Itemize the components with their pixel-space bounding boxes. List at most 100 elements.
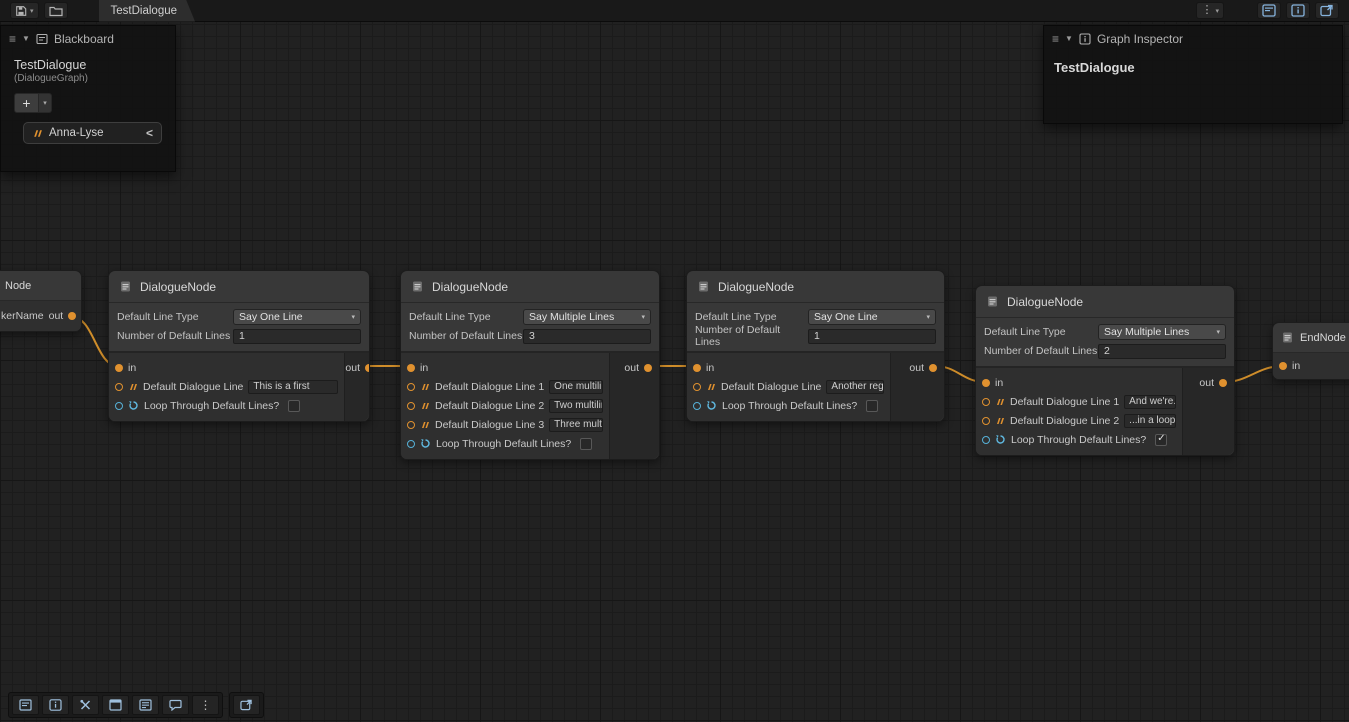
loop-checkbox[interactable] <box>866 400 878 412</box>
loop-checkbox[interactable] <box>288 400 300 412</box>
port-label: Default Dialogue Line 1 <box>1010 396 1119 408</box>
in-port[interactable] <box>693 364 701 372</box>
foldout-icon[interactable]: ▼ <box>22 34 30 43</box>
out-port[interactable] <box>644 364 652 372</box>
loop-port[interactable] <box>407 440 415 448</box>
graph-tab[interactable]: TestDialogue <box>99 0 195 22</box>
num-lines-field[interactable]: 3 <box>523 329 651 344</box>
node-title-bar[interactable]: DialogueNode <box>401 271 659 303</box>
line-type-dropdown[interactable]: Say One Line ▾ <box>808 309 936 325</box>
dialogue-line-field[interactable]: This is a first <box>248 380 338 394</box>
dialogue-line-port[interactable] <box>407 383 415 391</box>
dialogue-node-3[interactable]: DialogueNode Default Line Type Say One L… <box>686 270 945 422</box>
end-node[interactable]: EndNode in <box>1272 322 1349 380</box>
dialogue-node-4[interactable]: DialogueNode Default Line Type Say Multi… <box>975 285 1235 456</box>
dialogue-preview-button[interactable] <box>162 695 189 715</box>
open-external-button[interactable] <box>233 695 260 715</box>
graph-inspector-panel: ≡ ▼ Graph Inspector TestDialogue <box>1043 25 1343 124</box>
blackboard-button[interactable] <box>132 695 159 715</box>
speaker-node-partial[interactable]: Node kerName out <box>0 270 82 332</box>
open-preview-button[interactable] <box>1315 2 1339 19</box>
add-field-dropdown[interactable]: ▾ <box>39 93 52 113</box>
loop-port[interactable] <box>115 402 123 410</box>
toggle-blackboard-button[interactable] <box>1257 2 1281 19</box>
loop-checkbox[interactable] <box>1155 434 1167 446</box>
port-label: in <box>420 362 428 374</box>
inspector-graph-name: TestDialogue <box>1044 51 1342 84</box>
chevron-left-icon[interactable]: < <box>146 126 153 140</box>
out-port[interactable] <box>1219 379 1227 387</box>
node-title: DialogueNode <box>1007 295 1083 309</box>
dialogue-line-field[interactable]: Three multilin <box>549 418 603 432</box>
port-label: in <box>995 377 1003 389</box>
add-field-button[interactable]: + <box>14 93 39 113</box>
num-lines-field[interactable]: 1 <box>233 329 361 344</box>
loop-checkbox[interactable] <box>580 438 592 450</box>
node-title: Node <box>0 280 31 292</box>
more-options-button[interactable]: ⋮ <box>192 695 219 715</box>
in-port[interactable] <box>1279 362 1287 370</box>
tools-button[interactable] <box>72 695 99 715</box>
dialogue-line-field[interactable]: Another regu <box>826 380 884 394</box>
line-type-dropdown[interactable]: Say Multiple Lines ▾ <box>1098 324 1226 340</box>
port-label: Loop Through Default Lines? <box>722 400 857 412</box>
line-type-dropdown[interactable]: Say One Line ▾ <box>233 309 361 325</box>
in-port[interactable] <box>115 364 123 372</box>
dialogue-line-port[interactable] <box>407 421 415 429</box>
loop-icon <box>420 438 431 449</box>
dialogue-node-2[interactable]: DialogueNode Default Line Type Say Multi… <box>400 270 660 460</box>
dialogue-line-field[interactable]: One multiline <box>549 380 603 394</box>
info-button[interactable] <box>42 695 69 715</box>
more-menu-button[interactable]: ⋮ ▾ <box>1196 2 1224 19</box>
in-port[interactable] <box>407 364 415 372</box>
num-lines-field[interactable]: 1 <box>808 329 936 344</box>
dialogue-line-port[interactable] <box>115 383 123 391</box>
open-folder-button[interactable] <box>44 2 68 19</box>
dialogue-line-port[interactable] <box>693 383 701 391</box>
dialogue-line-field[interactable]: And we're... <box>1124 395 1176 409</box>
hamburger-icon[interactable]: ≡ <box>9 32 16 46</box>
dialogue-node-1[interactable]: DialogueNode Default Line Type Say One L… <box>108 270 370 422</box>
loop-port[interactable] <box>693 402 701 410</box>
window-button[interactable] <box>102 695 129 715</box>
dialogue-node-icon <box>697 280 710 293</box>
blackboard-field-anna-lyse[interactable]: Anna-Lyse < <box>23 122 162 144</box>
chevron-down-icon: ▾ <box>637 313 645 321</box>
out-port[interactable] <box>68 312 76 320</box>
chevron-down-icon: ▾ <box>1215 7 1219 15</box>
loop-icon <box>706 400 717 411</box>
node-title-bar[interactable]: EndNode <box>1273 323 1349 353</box>
node-title-bar[interactable]: DialogueNode <box>976 286 1234 318</box>
external-window-icon <box>1320 4 1334 17</box>
in-port[interactable] <box>982 379 990 387</box>
port-label: Default Dialogue Line <box>721 381 821 393</box>
chevron-down-icon: ▾ <box>1212 328 1220 336</box>
panel-title: Blackboard <box>54 32 114 46</box>
dialogue-line-field[interactable]: Two multiline <box>549 399 603 413</box>
node-title-bar[interactable]: Node <box>0 271 81 301</box>
blackboard-header[interactable]: ≡ ▼ Blackboard <box>1 26 175 51</box>
console-button[interactable] <box>12 695 39 715</box>
node-title-bar[interactable]: DialogueNode <box>109 271 369 303</box>
save-button[interactable]: ▾ <box>10 2 39 19</box>
num-lines-field[interactable]: 2 <box>1098 344 1226 359</box>
foldout-icon[interactable]: ▼ <box>1065 34 1073 43</box>
hamburger-icon[interactable]: ≡ <box>1052 32 1059 46</box>
dialogue-line-port[interactable] <box>982 417 990 425</box>
inspector-header[interactable]: ≡ ▼ Graph Inspector <box>1044 26 1342 51</box>
quote-icon <box>128 382 138 392</box>
dialogue-line-port[interactable] <box>982 398 990 406</box>
dialogue-line-port[interactable] <box>407 402 415 410</box>
prop-label-num-lines: Number of Default Lines <box>409 330 523 342</box>
line-type-dropdown[interactable]: Say Multiple Lines ▾ <box>523 309 651 325</box>
out-port[interactable] <box>365 364 369 372</box>
node-title-bar[interactable]: DialogueNode <box>687 271 944 303</box>
toggle-inspector-button[interactable] <box>1286 2 1310 19</box>
dialogue-line-field[interactable]: ...in a loop <box>1124 414 1176 428</box>
field-value: Two multiline <box>554 400 603 411</box>
loop-port[interactable] <box>982 436 990 444</box>
blackboard-panel: ≡ ▼ Blackboard TestDialogue (DialogueGra… <box>0 25 176 172</box>
window-icon <box>109 699 122 711</box>
dropdown-value: Say Multiple Lines <box>1104 326 1189 338</box>
out-port[interactable] <box>929 364 937 372</box>
